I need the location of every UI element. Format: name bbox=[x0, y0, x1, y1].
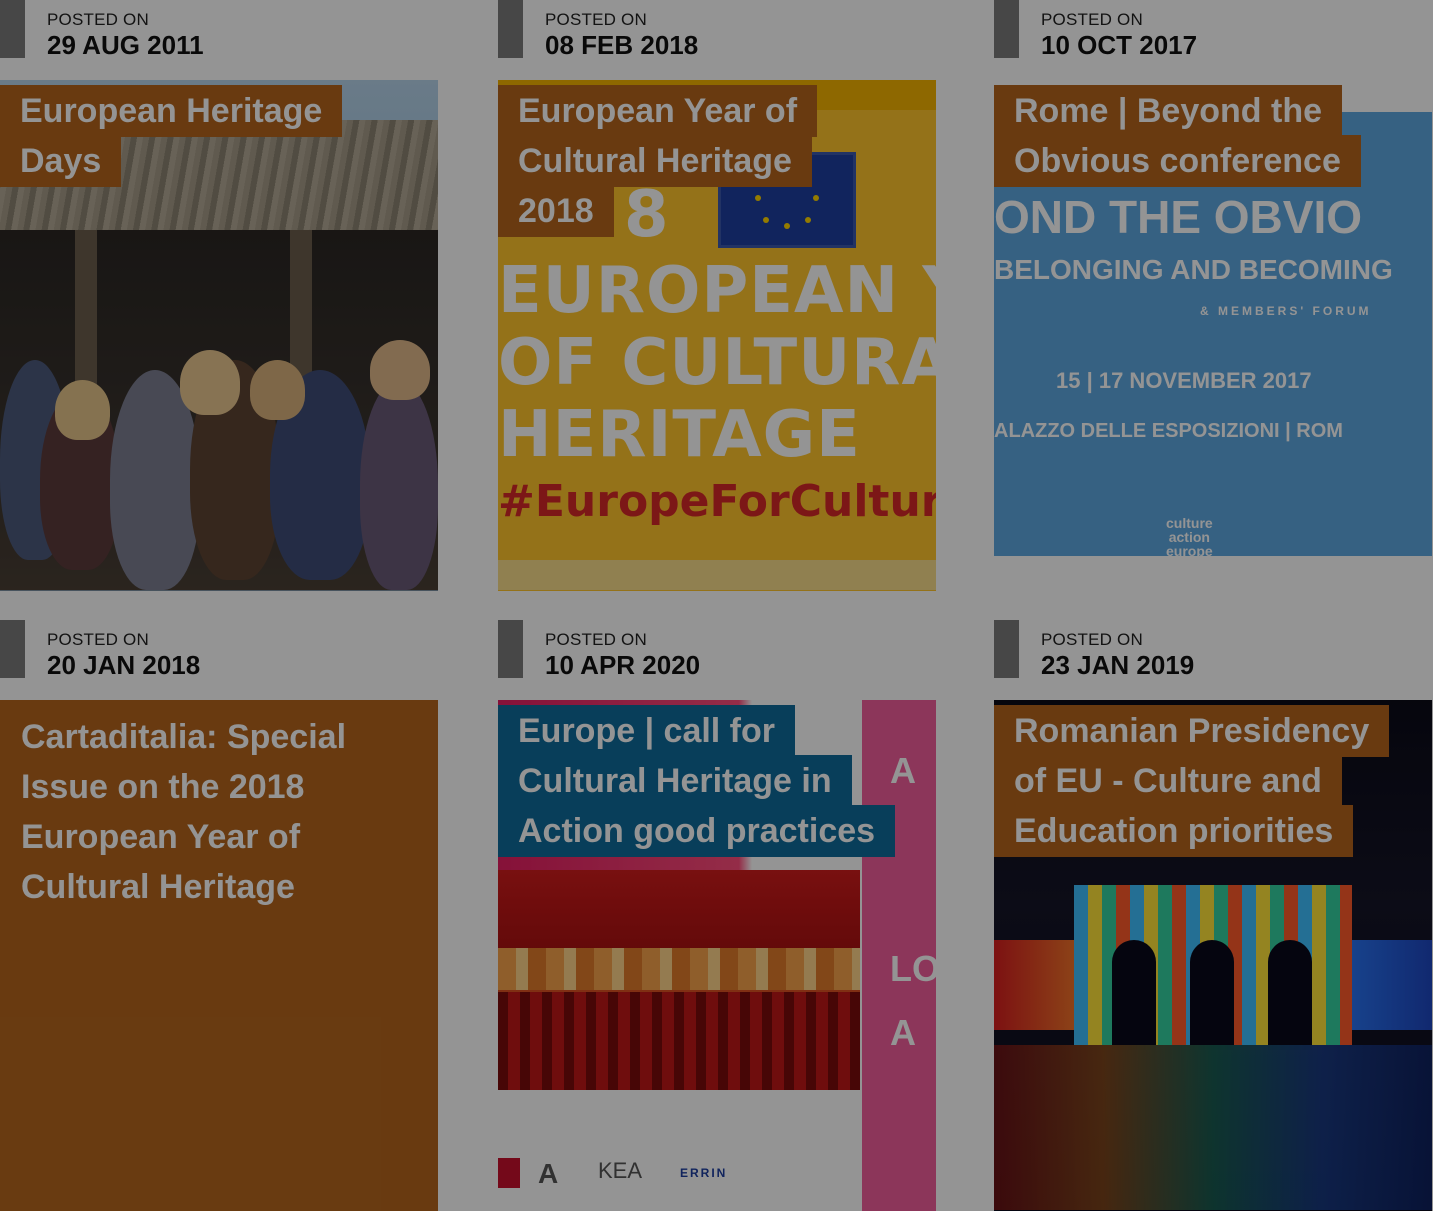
modal-overlay[interactable] bbox=[0, 0, 1433, 1211]
